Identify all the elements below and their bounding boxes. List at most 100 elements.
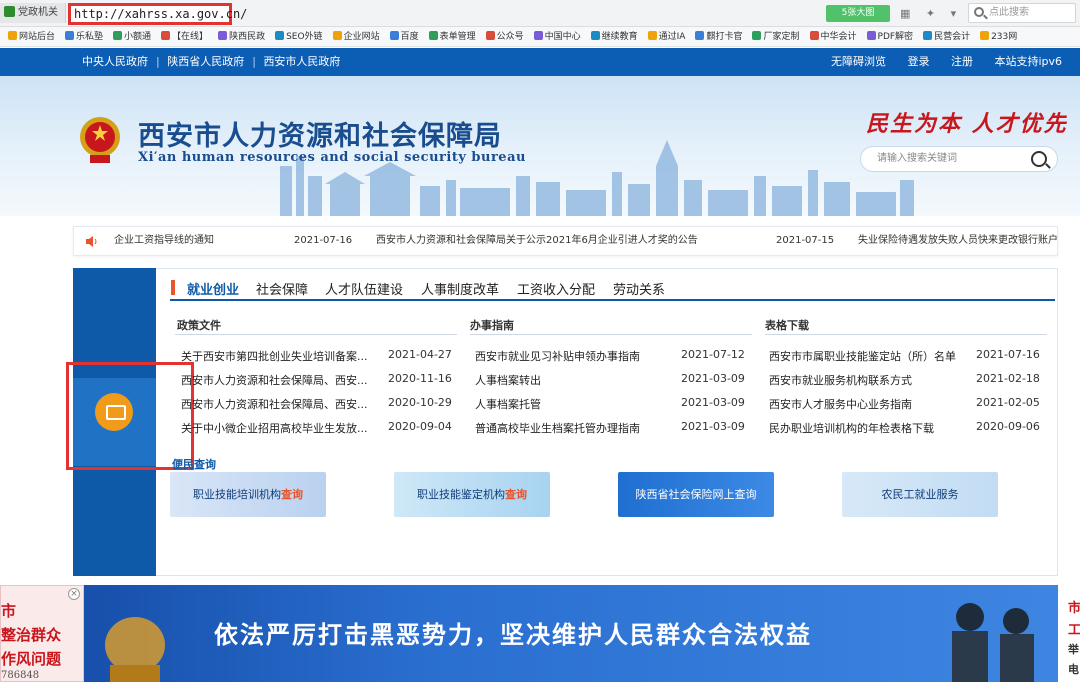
training-institution-query-button[interactable]: 职业技能培训机构查询: [170, 472, 326, 517]
bookmark-icon: [161, 31, 171, 40]
list-item[interactable]: 关于西安市第四批创业失业培训备案...: [181, 348, 385, 364]
float-ad-line: 整治群众: [1, 626, 62, 644]
login-link[interactable]: 登录: [907, 55, 929, 68]
slogan: 民生为本 人才优先: [866, 111, 1068, 137]
bookmark-icon: [866, 31, 876, 40]
bookmark-item[interactable]: 继续教育: [590, 27, 638, 46]
bookmark-label: 小额通: [124, 32, 152, 42]
bookmark-item[interactable]: 【在线】: [161, 27, 209, 46]
tab-wage-distribution[interactable]: 工资收入分配: [517, 279, 595, 298]
column-heading-forms[interactable]: 表格下载: [765, 317, 809, 333]
ticker-item-text[interactable]: 企业工资指导线的通知: [114, 227, 214, 255]
list-item[interactable]: 关于中小微企业招用高校毕业生发放...: [181, 420, 385, 436]
tab-personnel-reform[interactable]: 人事制度改革: [421, 279, 499, 298]
bookmark-item[interactable]: 厂家定制: [752, 27, 800, 46]
register-link[interactable]: 注册: [951, 55, 973, 68]
bookmark-item[interactable]: 通过IA: [647, 27, 685, 46]
side-nav-info-disclosure[interactable]: 信息公开: [0, 339, 83, 356]
address-bar[interactable]: http://xahrss.xa.gov.cn/: [68, 3, 247, 25]
list-item[interactable]: 民办职业培训机构的年检表格下载: [769, 420, 975, 436]
service-button-suffix: 查询: [281, 488, 303, 501]
tab-labor-relations[interactable]: 劳动关系: [613, 279, 665, 298]
bookmark-item[interactable]: 网站后台: [8, 27, 56, 46]
list-item-date: 2021-03-09: [681, 396, 745, 409]
accessibility-link[interactable]: 无障碍浏览: [831, 55, 886, 68]
list-item[interactable]: 西安市人力资源和社会保障局、西安...: [181, 372, 385, 388]
bookmarks-bar: 网站后台 乐私塾 小额通 【在线】 陕西民政 SEO外链 企业网站 百度 表单管理 公众号 中国中心…: [0, 27, 1080, 47]
appraisal-institution-query-button[interactable]: 职业技能鉴定机构查询: [394, 472, 550, 517]
bookmark-item[interactable]: 陕西民政: [218, 27, 265, 46]
tab-talent-team[interactable]: 人才队伍建设: [325, 279, 403, 298]
side-nav-interaction[interactable]: 互动交流: [0, 471, 83, 488]
bookmark-item[interactable]: 麒打卡官: [695, 27, 742, 46]
site-search-input[interactable]: 请输入搜索关键词: [860, 146, 1058, 172]
category-tabs: 就业创业 社会保障 人才队伍建设 人事制度改革 工资收入分配 劳动关系: [170, 275, 1055, 301]
big-image-mode-button[interactable]: 5张大图: [826, 5, 890, 22]
tab-social-security[interactable]: 社会保障: [256, 279, 308, 298]
active-tab-marker: [171, 280, 175, 295]
service-query-title: 便民查询: [172, 458, 216, 471]
migrant-worker-service-button[interactable]: 农民工就业服务: [842, 472, 998, 517]
service-button-label: 职业技能培训机构: [193, 488, 281, 501]
link-central-government[interactable]: 中央人民政府: [82, 55, 148, 68]
bookmark-item[interactable]: 233网: [980, 27, 1018, 46]
highlight-annotation-frame: [66, 362, 194, 470]
list-item[interactable]: 普通高校毕业生档案托管办理指南: [475, 420, 675, 436]
link-xian-government[interactable]: 西安市人民政府: [263, 55, 340, 68]
ticker-item-text[interactable]: 失业保险待遇发放失败人员快来更改银行账户: [858, 227, 1057, 255]
bookmark-item[interactable]: 民营会计: [923, 27, 971, 46]
bottom-campaign-banner[interactable]: 依法严厉打击黑恶势力，坚决维护人民群众合法权益: [0, 585, 1080, 682]
column-heading-policy[interactable]: 政策文件: [177, 317, 221, 333]
bookmark-item[interactable]: 小额通: [113, 27, 152, 46]
list-item-date: 2021-02-18: [976, 372, 1040, 385]
bookmark-label: 企业网站: [343, 32, 380, 42]
extension-icons[interactable]: ▦ ✦ ▾: [900, 5, 962, 22]
bookmark-item[interactable]: 乐私塾: [65, 27, 103, 46]
site-title: 西安市人力资源和社会保障局: [138, 121, 502, 152]
floating-ad-left[interactable]: 市 整治群众 作风问题 786848 ×: [0, 585, 84, 682]
close-icon[interactable]: ×: [68, 588, 80, 600]
list-item[interactable]: 人事档案转出: [475, 372, 675, 388]
bookmark-item[interactable]: SEO外链: [275, 27, 323, 46]
link-shaanxi-government[interactable]: 陕西省人民政府: [167, 55, 244, 68]
bookmark-icon: [533, 31, 543, 40]
bookmark-item[interactable]: 中华会计: [809, 27, 857, 46]
ticker-item-text[interactable]: 西安市人力资源和社会保障局关于公示2021年6月企业引进人才奖的公告: [376, 227, 698, 255]
column-heading-guide[interactable]: 办事指南: [470, 317, 514, 333]
side-nav-special-topics[interactable]: 专题专栏: [0, 518, 83, 535]
bookmark-item[interactable]: 中国中心: [533, 27, 581, 46]
bookmark-icon: [275, 31, 285, 40]
float-ad-line: 作风问题: [1, 650, 62, 668]
list-item[interactable]: 西安市市属职业技能鉴定站（所）名单: [769, 348, 975, 364]
bookmark-label: 【在线】: [172, 32, 209, 42]
bookmark-label: 233网: [991, 32, 1018, 42]
float-ad-line: 786848: [1, 670, 40, 681]
list-item[interactable]: 西安市人才服务中心业务指南: [769, 396, 975, 412]
bookmark-item[interactable]: 公众号: [485, 27, 524, 46]
service-button-suffix: 查询: [505, 488, 527, 501]
column-divider: [470, 334, 752, 335]
bookmark-label: 网站后台: [19, 32, 56, 42]
browser-search-input[interactable]: 点此搜索: [968, 3, 1076, 23]
list-item[interactable]: 人事档案托管: [475, 396, 675, 412]
float-ad-line: 市: [1, 602, 17, 620]
tab-employment[interactable]: 就业创业: [187, 279, 239, 298]
list-item[interactable]: 西安市人力资源和社会保障局、西安...: [181, 396, 385, 412]
float-ad-line: 工: [1068, 623, 1080, 638]
bookmark-item[interactable]: 企业网站: [332, 27, 380, 46]
list-item[interactable]: 西安市就业见习补贴申领办事指南: [475, 348, 675, 364]
browser-tab[interactable]: 党政机关: [0, 3, 66, 23]
bookmark-label: 民营会计: [934, 32, 971, 42]
list-item[interactable]: 西安市就业服务机构联系方式: [769, 372, 975, 388]
account-links: 无障碍浏览 登录 注册 本站支持ipv6: [813, 48, 1062, 76]
bookmark-item[interactable]: 百度: [389, 27, 419, 46]
search-icon[interactable]: [1031, 151, 1047, 167]
bookmark-label: 中国中心: [544, 32, 581, 42]
bookmark-item[interactable]: 表单管理: [428, 27, 476, 46]
bookmark-label: 中华会计: [820, 32, 857, 42]
bookmark-item[interactable]: PDF解密: [866, 27, 913, 46]
social-insurance-query-button[interactable]: 陕西省社会保险网上查询: [618, 472, 774, 517]
floating-ad-right[interactable]: 市 工 举 电: [1058, 585, 1080, 682]
side-nav-news-center[interactable]: 新闻中心: [0, 291, 83, 308]
ipv6-support-label: 本站支持ipv6: [994, 55, 1062, 68]
